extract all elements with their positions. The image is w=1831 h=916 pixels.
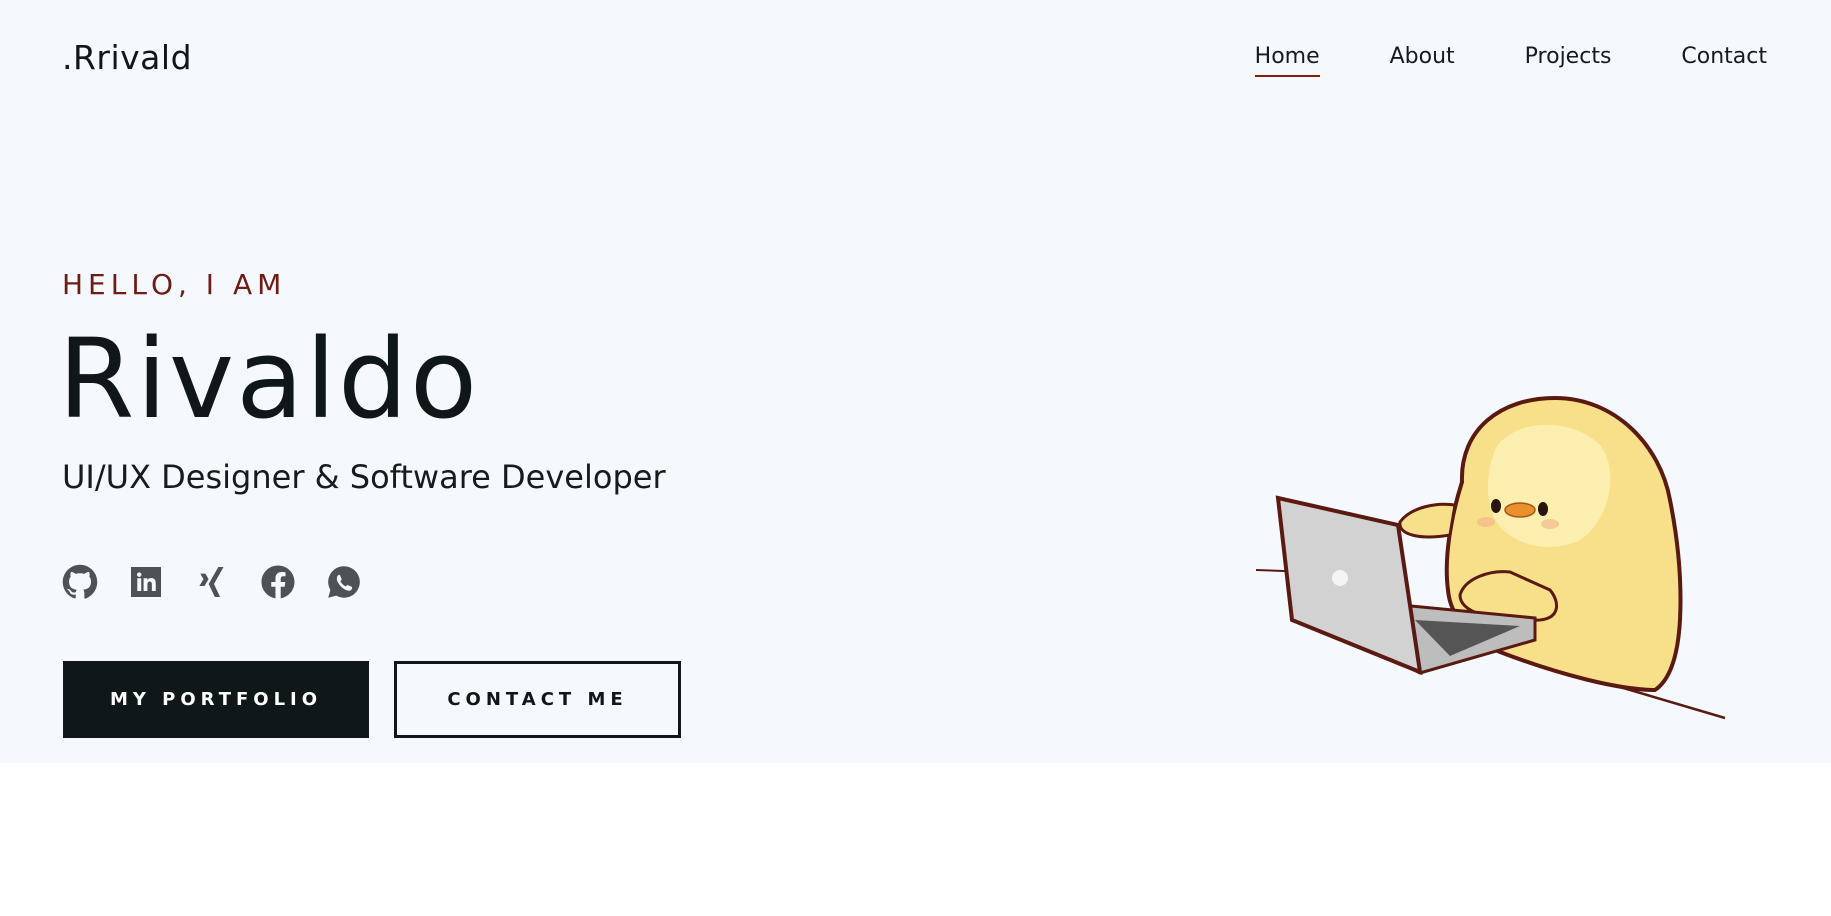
- nav-link-about[interactable]: About: [1390, 44, 1455, 77]
- hero-tagline: UI/UX Designer & Software Developer: [62, 458, 666, 496]
- hero-name: Rivaldo: [58, 315, 480, 443]
- hero-greeting: HELLO, I AM: [62, 268, 287, 301]
- my-portfolio-button[interactable]: MY PORTFOLIO: [63, 661, 369, 738]
- github-icon[interactable]: [62, 564, 98, 600]
- xing-icon[interactable]: [194, 564, 230, 600]
- site-logo[interactable]: .Rrivald: [62, 38, 192, 77]
- chick-laptop-illustration: [1255, 395, 1726, 720]
- social-links: [62, 564, 392, 600]
- contact-me-button[interactable]: CONTACT ME: [394, 661, 681, 738]
- nav-link-home[interactable]: Home: [1254, 44, 1320, 77]
- hero-section: .Rrivald Home About Projects Contact HEL…: [0, 0, 1831, 763]
- nav-link-contact[interactable]: Contact: [1681, 44, 1767, 77]
- nav-link-projects[interactable]: Projects: [1525, 44, 1612, 77]
- main-nav: Home About Projects Contact: [1185, 44, 1767, 77]
- linkedin-icon[interactable]: [128, 564, 164, 600]
- facebook-icon[interactable]: [260, 564, 296, 600]
- whatsapp-icon[interactable]: [326, 564, 362, 600]
